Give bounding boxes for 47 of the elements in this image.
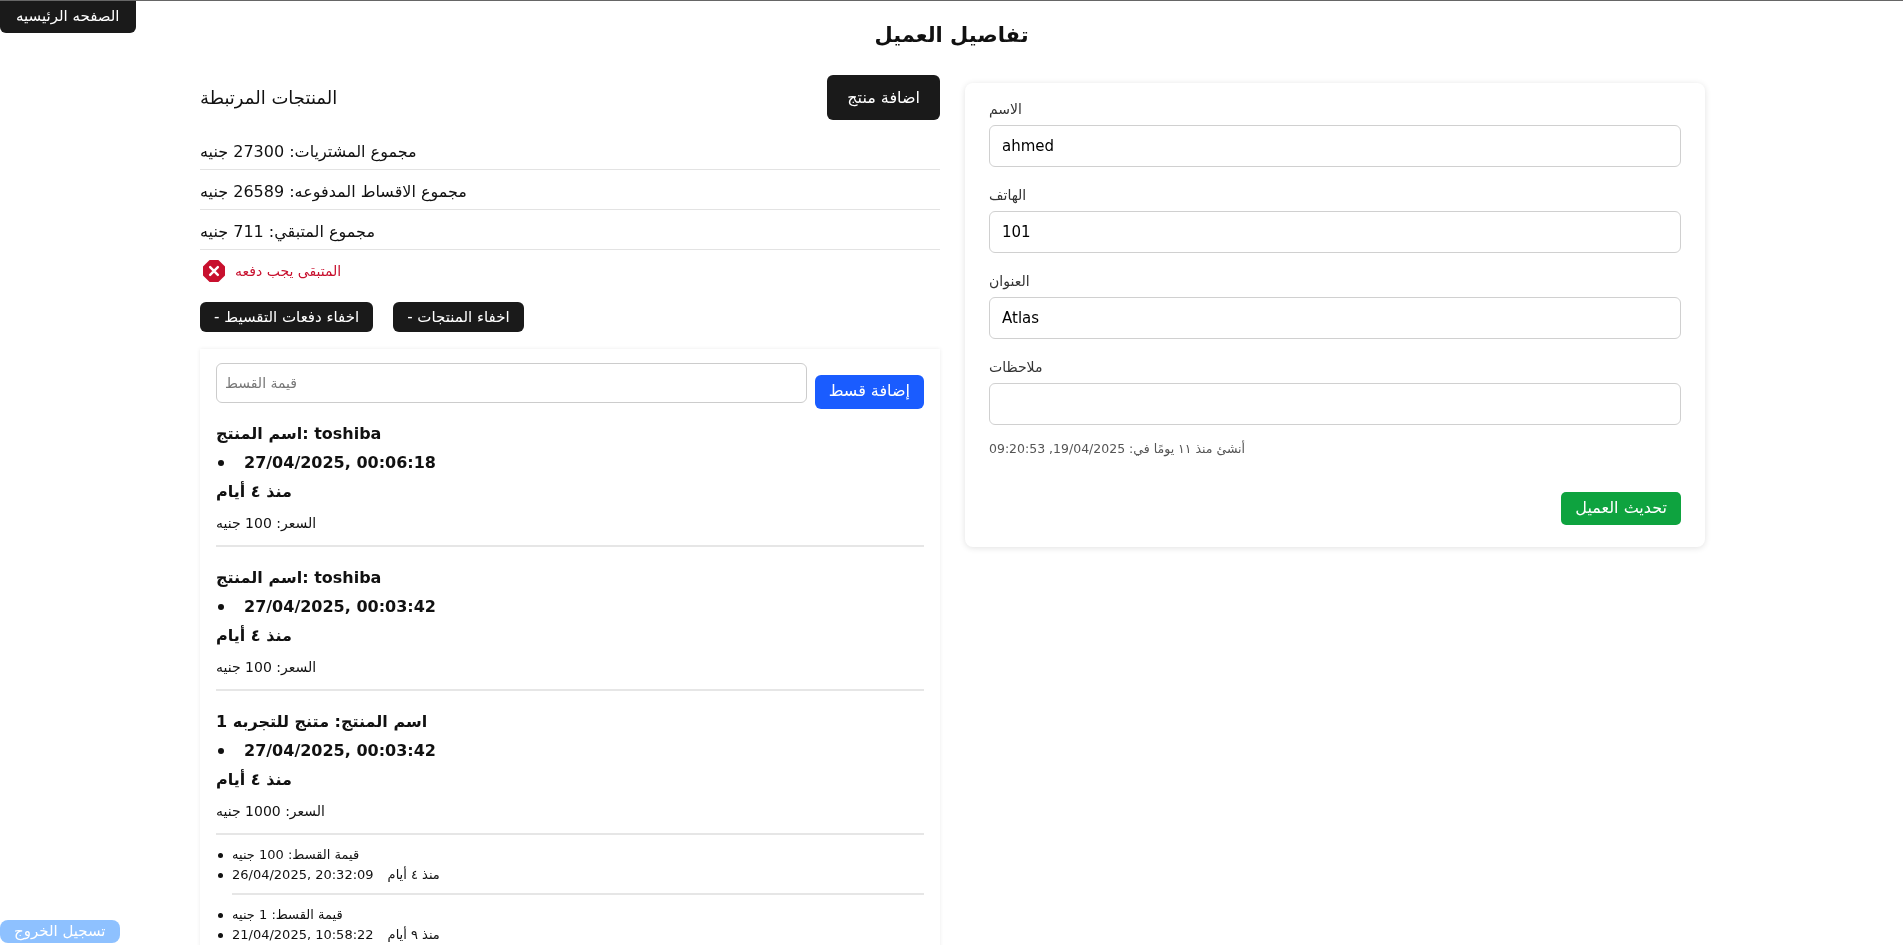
toggle-button[interactable]: اخفاء دفعات التقسيط - <box>200 302 374 332</box>
text-field[interactable] <box>989 383 1681 425</box>
bullet-icon <box>218 603 224 610</box>
bullet-icon <box>218 459 224 466</box>
text-field[interactable]: Atlas <box>989 297 1681 339</box>
installment-amount: قيمة القسط: 1 جنيه <box>232 906 343 924</box>
field-label: ملاحظات <box>989 359 1044 375</box>
toggle-button[interactable]: اخفاء المنتجات - <box>393 302 524 332</box>
add-product-button[interactable]: اضافة منتج <box>827 75 940 120</box>
home-button[interactable]: الصفحه الرئيسيه <box>0 1 136 33</box>
installment-age: منذ ٩ أيام <box>387 925 440 944</box>
product-date: 27/04/2025, 00:06:18 <box>244 452 436 474</box>
product-date: 27/04/2025, 00:03:42 <box>244 740 436 762</box>
product-name: اسم المنتج: toshiba <box>216 567 383 589</box>
field-label: الهاتف <box>989 187 1028 203</box>
product-age: منذ ٤ أيام <box>216 480 293 503</box>
product-name: اسم المنتج: متنج للتجربه 1 <box>216 711 429 733</box>
page-title: تفاصيل العميل <box>874 22 1029 47</box>
bullet-icon <box>218 852 223 858</box>
field-label: الاسم <box>989 101 1023 117</box>
bullet-icon <box>218 747 224 754</box>
bullet-icon <box>218 872 223 878</box>
installment-age: منذ ٤ أيام <box>387 865 440 884</box>
error-icon <box>203 260 225 282</box>
product-name: اسم المنتج: toshiba <box>216 423 383 445</box>
installment-date: 26/04/2025, 20:32:09 <box>232 866 374 884</box>
summary-text: مجموع الاقساط المدفوعه: 26589 جنيه <box>200 172 940 210</box>
bullet-icon <box>218 932 223 938</box>
product-price: السعر: 100 جنيه <box>216 515 318 531</box>
product-price: السعر: 100 جنيه <box>216 659 318 675</box>
installment-date: 21/04/2025, 10:58:22 <box>232 926 374 944</box>
installment-field[interactable]: قيمة القسط <box>216 363 807 403</box>
add-installment-button[interactable]: إضافة قسط <box>814 375 924 409</box>
section-title: المنتجات المرتبطة <box>200 87 338 108</box>
text-field[interactable]: ahmed <box>989 125 1681 167</box>
summary-text: مجموع المشتريات: 27300 جنيه <box>200 132 940 170</box>
bullet-icon <box>218 912 223 918</box>
product-age: منذ ٤ أيام <box>216 768 293 791</box>
created-note: أنشئ منذ ١١ يومًا في: 19/04/2025, 09:20:53 <box>989 441 1247 456</box>
product-age: منذ ٤ أيام <box>216 624 293 647</box>
field-label: العنوان <box>989 273 1031 289</box>
installment-amount: قيمة القسط: 100 جنيه <box>232 846 360 864</box>
product-date: 27/04/2025, 00:03:42 <box>244 596 436 618</box>
text-field[interactable]: 101 <box>989 211 1681 253</box>
product-price: السعر: 1000 جنيه <box>216 803 326 819</box>
alert-message: المتبقى يجب دفعه <box>235 263 342 279</box>
summary-text: مجموع المتبقي: 711 جنيه <box>200 212 940 250</box>
